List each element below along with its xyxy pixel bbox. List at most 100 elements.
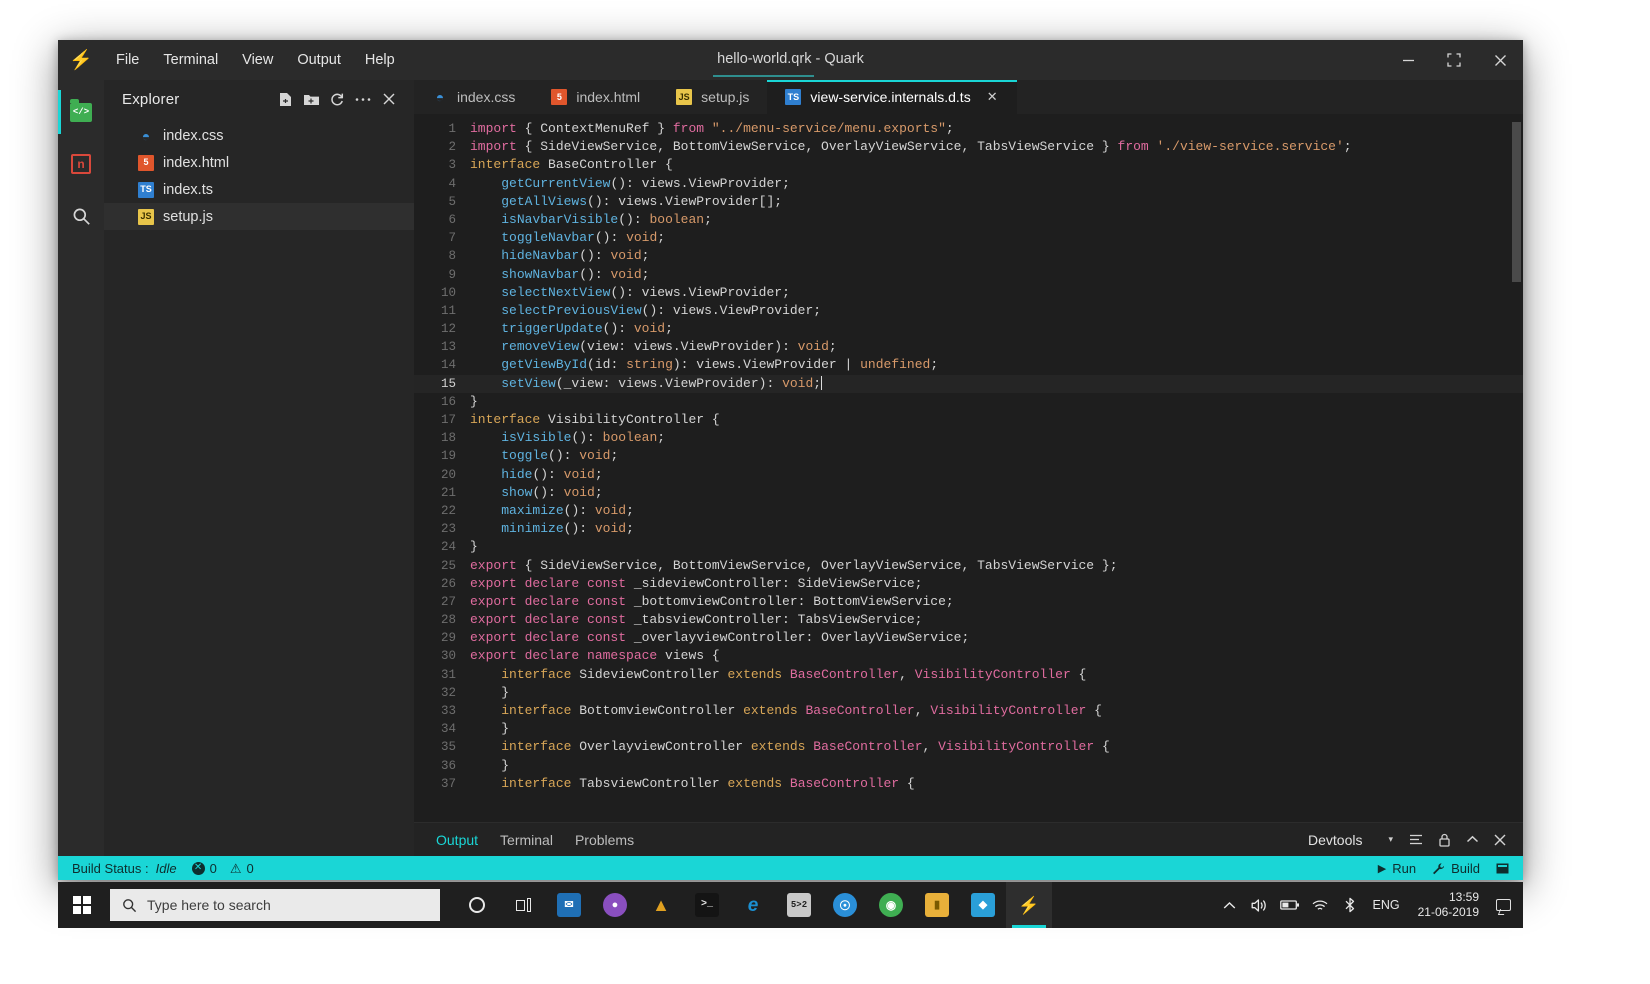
explorer-actions (274, 88, 400, 110)
code-text: show(): void; (501, 484, 603, 500)
taskbar-task-view-icon[interactable] (500, 882, 546, 928)
action-center-icon[interactable] (1489, 882, 1517, 928)
close-panel-icon[interactable] (1487, 827, 1513, 853)
language-indicator[interactable]: ENG (1365, 898, 1408, 912)
file-item-index-css[interactable]: ◓ index.css (104, 122, 414, 149)
code-text: selectNextView(): views.ViewProvider; (501, 284, 790, 300)
menu-item-view[interactable]: View (230, 49, 285, 72)
code-line: 24} (414, 538, 1523, 556)
explorer-header: Explorer (104, 80, 414, 118)
file-item-index-html[interactable]: 5 index.html (104, 149, 414, 176)
taskbar-apps: ✉ ● ▲ >_ e 5>2 ☉ ◉ ▮ ◆ ⚡ (454, 882, 1052, 928)
code-line: 22 maximize(): void; (414, 502, 1523, 520)
line-number: 17 (440, 413, 456, 427)
code-line: 10 selectNextView(): views.ViewProvider; (414, 284, 1523, 302)
menu-item-file[interactable]: File (104, 49, 151, 72)
menu-bar: File Terminal View Output Help (104, 40, 407, 80)
maximize-button[interactable] (1431, 40, 1477, 80)
taskbar-github-icon[interactable]: ● (592, 882, 638, 928)
code-line: 34 } (414, 720, 1523, 738)
warning-status[interactable]: ⚠ 0 (230, 861, 254, 876)
build-button[interactable]: Build (1432, 861, 1480, 876)
minimize-button[interactable] (1385, 40, 1431, 80)
code-text: hideNavbar(): void; (501, 248, 650, 264)
taskbar-flame-icon[interactable]: ▲ (638, 882, 684, 928)
error-count: 0 (209, 860, 217, 876)
run-button[interactable]: ▶ Run (1378, 861, 1416, 876)
panel-tab-problems[interactable]: Problems (575, 823, 656, 856)
editor-scrollbar[interactable] (1512, 122, 1521, 282)
line-number: 10 (440, 285, 456, 300)
taskbar-search-input[interactable]: Type here to search (110, 889, 440, 921)
code-text: interface SideviewController extends Bas… (501, 666, 1087, 682)
tab-index-css[interactable]: ◓ index.css (414, 80, 533, 114)
new-folder-icon[interactable] (300, 88, 322, 110)
code-line: 23 minimize(): void; (414, 520, 1523, 538)
activity-item-search[interactable] (58, 192, 104, 240)
build-label: Build (1451, 860, 1480, 876)
start-button[interactable] (58, 882, 106, 928)
code-line: 6 isNavbarVisible(): boolean; (414, 211, 1523, 229)
explorer-file-list: ◓ index.css 5 index.html TS index.ts JS … (104, 118, 414, 230)
taskbar-file-explorer-icon[interactable]: ▮ (914, 882, 960, 928)
panel-tab-output[interactable]: Output (436, 823, 500, 856)
taskbar-edge-icon[interactable]: e (730, 882, 776, 928)
line-number: 24 (440, 540, 456, 555)
wifi-icon[interactable] (1305, 882, 1335, 928)
activity-bar: </> n (58, 80, 104, 856)
line-number: 26 (440, 576, 456, 591)
panel-tab-terminal[interactable]: Terminal (500, 823, 575, 856)
search-icon (73, 208, 90, 225)
volume-icon[interactable] (1245, 882, 1275, 928)
devtools-select[interactable]: Devtools ▾ (1300, 832, 1401, 848)
menu-item-output[interactable]: Output (285, 49, 353, 72)
code-line: 33 interface BottomviewController extend… (414, 702, 1523, 720)
code-line: 30 export declare namespace views { (414, 647, 1523, 665)
show-hidden-icons[interactable] (1215, 882, 1245, 928)
menu-item-terminal[interactable]: Terminal (151, 49, 230, 72)
clear-output-icon[interactable] (1403, 827, 1429, 853)
notification-status-icon[interactable] (1496, 863, 1509, 874)
activity-item-explorer[interactable]: </> (58, 88, 104, 136)
close-button[interactable] (1477, 40, 1523, 80)
text-caret (821, 375, 823, 390)
file-item-index-ts[interactable]: TS index.ts (104, 176, 414, 203)
ellipsis-icon[interactable] (352, 88, 374, 110)
taskbar-cortana-icon[interactable] (454, 882, 500, 928)
close-explorer-icon[interactable] (378, 88, 400, 110)
html-file-icon: 5 (551, 89, 568, 105)
tab-close-icon[interactable]: ✕ (986, 89, 999, 105)
menu-item-help[interactable]: Help (353, 49, 407, 72)
taskbar-cmd-icon[interactable]: 5>2 (776, 882, 822, 928)
run-label: Run (1392, 860, 1417, 876)
code-line: 4 getCurrentView(): views.ViewProvider; (414, 175, 1523, 193)
taskbar-mail-icon[interactable]: ✉ (546, 882, 592, 928)
code-line: 35 interface OverlayviewController exten… (414, 738, 1523, 756)
taskbar-clock[interactable]: 13:59 21-06-2019 (1408, 890, 1489, 920)
new-file-icon[interactable] (274, 88, 296, 110)
taskbar-terminal-icon[interactable]: >_ (684, 882, 730, 928)
clock-date: 21-06-2019 (1417, 905, 1479, 919)
file-item-setup-js[interactable]: JS setup.js (104, 203, 414, 230)
code-text: import { ContextMenuRef } from "../menu-… (470, 121, 954, 136)
code-editor[interactable]: 1 import { ContextMenuRef } from "../menu… (414, 114, 1523, 822)
tab-index-html[interactable]: 5 index.html (533, 80, 658, 114)
line-number: 32 (440, 685, 456, 700)
tab-setup-js[interactable]: JS setup.js (658, 80, 767, 114)
taskbar-browser-icon[interactable]: ☉ (822, 882, 868, 928)
error-status[interactable]: ✕ 0 (191, 860, 217, 876)
tab-label: index.css (457, 89, 516, 105)
bluetooth-icon[interactable] (1335, 882, 1365, 928)
activity-item-extensions[interactable]: n (58, 140, 104, 188)
lock-panel-icon[interactable] (1431, 827, 1457, 853)
tab-view-service-internals[interactable]: TS view-service.internals.d.ts ✕ (767, 80, 1017, 114)
refresh-icon[interactable] (326, 88, 348, 110)
code-text: } (470, 393, 478, 409)
taskbar-vscode-icon[interactable]: ◆ (960, 882, 1006, 928)
taskbar-chrome-icon[interactable]: ◉ (868, 882, 914, 928)
line-number: 1 (448, 122, 456, 136)
collapse-panel-icon[interactable] (1459, 827, 1485, 853)
windows-start-icon (73, 896, 91, 914)
taskbar-quark-icon[interactable]: ⚡ (1006, 882, 1052, 928)
battery-icon[interactable] (1275, 882, 1305, 928)
